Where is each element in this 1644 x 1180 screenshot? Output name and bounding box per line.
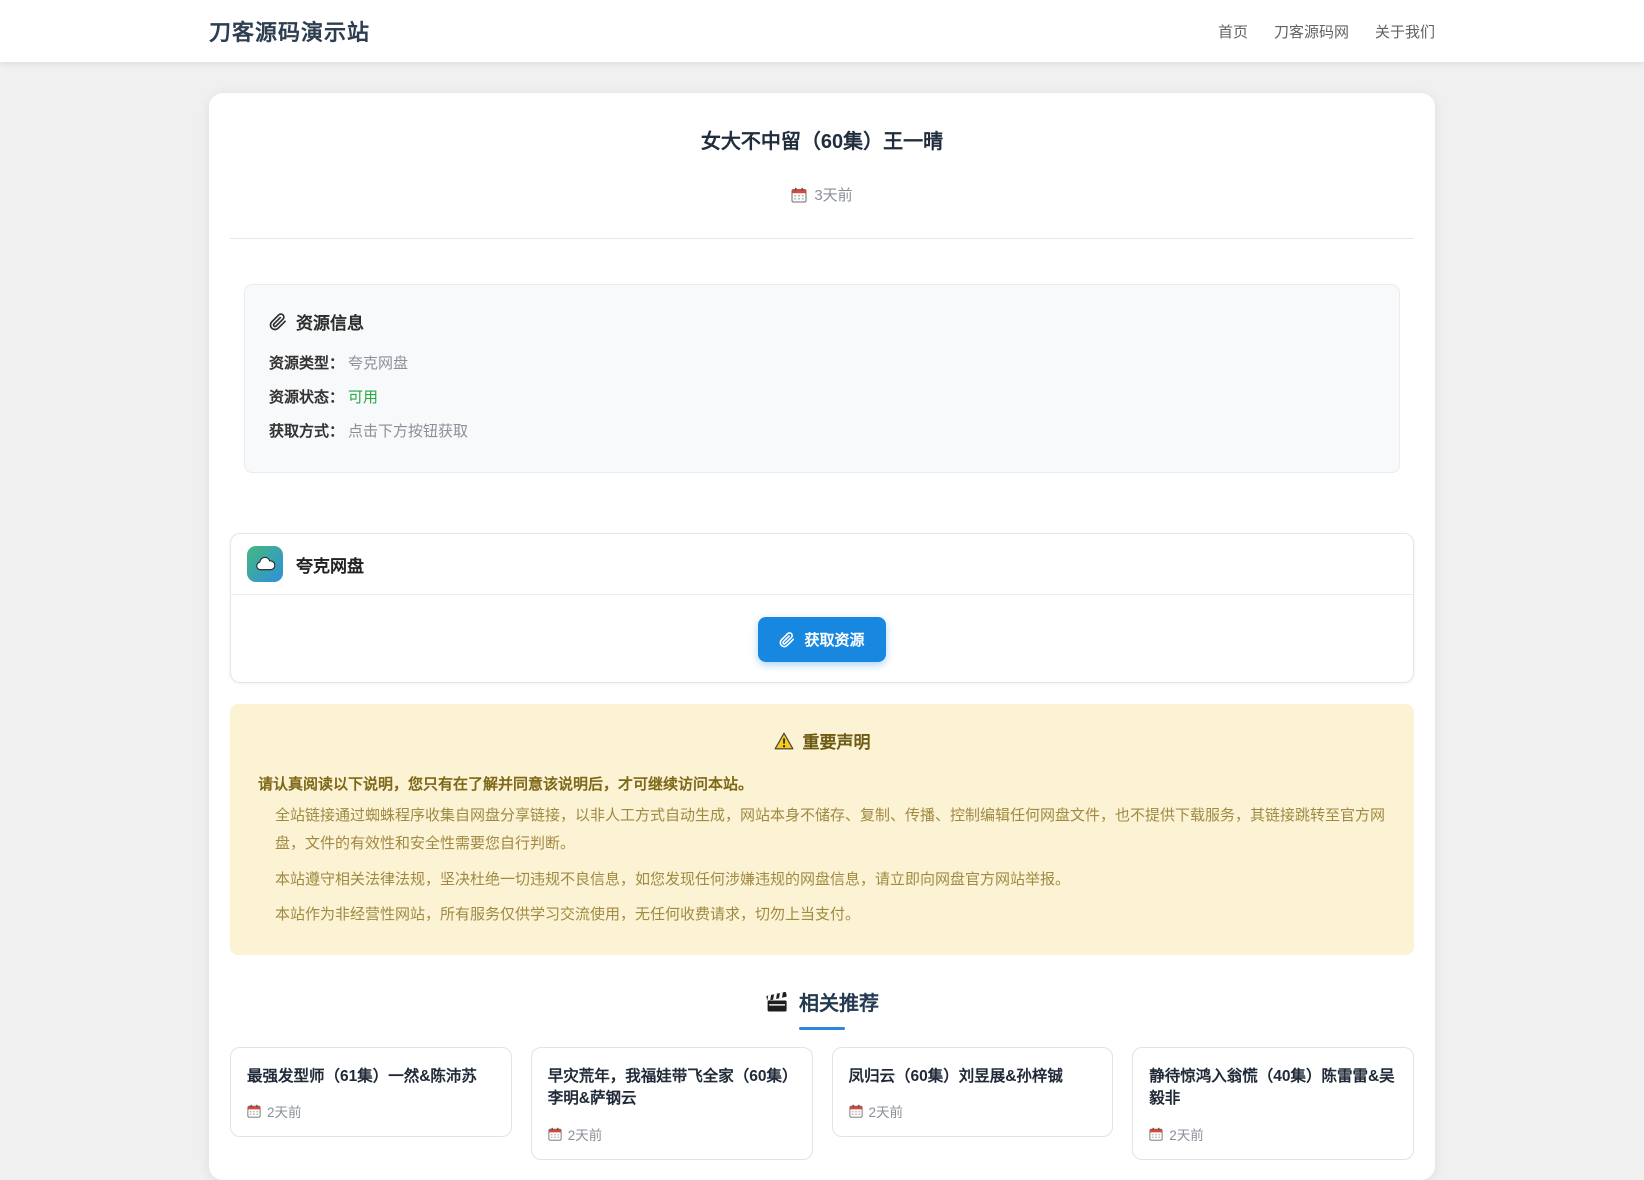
resource-method-value: 点击下方按钮获取	[348, 423, 469, 440]
provider-panel: 夸克网盘 获取资源	[230, 533, 1414, 683]
related-card-meta: 2天前	[548, 1124, 796, 1144]
resource-type-label: 资源类型：	[269, 355, 345, 372]
resource-type-value: 夸克网盘	[348, 355, 409, 372]
post-date: 3天前	[814, 187, 853, 204]
nav-item-source-site[interactable]: 刀客源码网	[1274, 21, 1349, 42]
warning-icon	[774, 732, 794, 750]
related-card[interactable]: 凤归云（60集）刘昱展&孙梓铖 2天前	[831, 1047, 1114, 1138]
resource-info-box: 资源信息 资源类型： 夸克网盘 资源状态： 可用 获取方式： 点击下方按钮获取	[244, 284, 1400, 473]
resource-row-type: 资源类型： 夸克网盘	[269, 352, 1375, 373]
calendar-icon	[247, 1104, 261, 1119]
provider-body: 获取资源	[231, 594, 1413, 682]
related-card-date: 2天前	[1169, 1127, 1204, 1143]
notice-paragraphs: 全站链接通过蜘蛛程序收集自网盘分享链接，以非人工方式自动生成，网站本身不储存、复…	[258, 802, 1386, 929]
calendar-icon	[848, 1104, 863, 1119]
provider-name: 夸克网盘	[296, 556, 364, 576]
site-header: 刀客源码演示站 首页 刀客源码网 关于我们	[0, 0, 1644, 62]
nav-item-home[interactable]: 首页	[1218, 21, 1248, 42]
resource-row-status: 资源状态： 可用	[269, 386, 1375, 407]
related-card-date: 2天前	[567, 1127, 603, 1143]
clapperboard-icon	[765, 990, 789, 1014]
cloud-drive-icon	[247, 546, 283, 582]
calendar-icon	[548, 1127, 562, 1141]
related-card[interactable]: 最强发型师（61集）一然&陈沛苏 2天前	[230, 1047, 512, 1138]
related-card-title: 凤归云（60集）刘昱展&孙梓铖	[848, 1068, 1063, 1085]
related-grid: 最强发型师（61集）一然&陈沛苏 2天前 早灾荒年，我福娃带飞全家（60集）李明…	[230, 1047, 1414, 1160]
get-resource-button-label: 获取资源	[804, 632, 865, 649]
resource-status-label: 资源状态：	[269, 389, 345, 406]
related-card-title: 最强发型师（61集）一然&陈沛苏	[247, 1068, 477, 1085]
notice-heading: 重要声明	[802, 733, 871, 752]
calendar-icon	[1149, 1127, 1163, 1141]
notice-intro: 请认真阅读以下说明，您只有在了解并同意该说明后，才可继续访问本站。	[258, 776, 754, 793]
related-card[interactable]: 早灾荒年，我福娃带飞全家（60集）李明&萨钢云 2天前	[530, 1047, 813, 1160]
calendar-icon	[791, 187, 807, 203]
notice-paragraph: 全站链接通过蜘蛛程序收集自网盘分享链接，以非人工方式自动生成，网站本身不储存、复…	[275, 807, 1386, 852]
related-card-date: 2天前	[868, 1105, 904, 1121]
related-card[interactable]: 静待惊鸿入翁慌（40集）陈雷雷&吴毅非 2天前	[1132, 1047, 1414, 1160]
main-nav: 首页 刀客源码网 关于我们	[1218, 21, 1435, 42]
related-section: 相关推荐 最强发型师（61集）一然&陈沛苏 2天前 早灾荒年，我福娃带飞全家（6…	[230, 987, 1414, 1160]
nav-item-about[interactable]: 关于我们	[1375, 21, 1435, 42]
related-card-date: 2天前	[267, 1105, 302, 1121]
post-meta: 3天前	[230, 184, 1414, 205]
heading-underline	[799, 1027, 845, 1030]
related-card-meta: 2天前	[1149, 1124, 1397, 1144]
notice-paragraph: 本站作为非经营性网站，所有服务仅供学习交流使用，无任何收费请求，切勿上当支付。	[275, 906, 861, 924]
related-heading: 相关推荐	[799, 993, 879, 1015]
site-title: 刀客源码演示站	[209, 20, 371, 45]
paperclip-icon	[269, 312, 287, 331]
title-divider	[230, 238, 1414, 239]
related-card-title: 早灾荒年，我福娃带飞全家（60集）李明&萨钢云	[547, 1068, 790, 1108]
resource-info-heading: 资源信息	[296, 314, 364, 333]
related-card-title: 静待惊鸿入翁慌（40集）陈雷雷&吴毅非	[1149, 1068, 1395, 1108]
paperclip-icon	[779, 631, 795, 648]
resource-status-value: 可用	[348, 389, 379, 406]
post-title: 女大不中留（60集）王一晴	[700, 131, 944, 153]
main-content-card: 女大不中留（60集）王一晴 3天前 资源信息 资源类型： 夸克网盘 资源状态： …	[209, 93, 1435, 1180]
related-card-meta: 2天前	[247, 1101, 495, 1121]
resource-method-label: 获取方式：	[269, 423, 345, 440]
get-resource-button[interactable]: 获取资源	[758, 617, 886, 662]
notice-paragraph: 本站遵守相关法律法规，坚决杜绝一切违规不良信息，如您发现任何涉嫌违规的网盘信息，…	[275, 870, 1071, 888]
provider-header: 夸克网盘	[231, 534, 1413, 594]
resource-row-method: 获取方式： 点击下方按钮获取	[269, 420, 1375, 441]
related-card-meta: 2天前	[848, 1101, 1097, 1121]
important-notice-box: 重要声明 请认真阅读以下说明，您只有在了解并同意该说明后，才可继续访问本站。 全…	[230, 704, 1414, 955]
